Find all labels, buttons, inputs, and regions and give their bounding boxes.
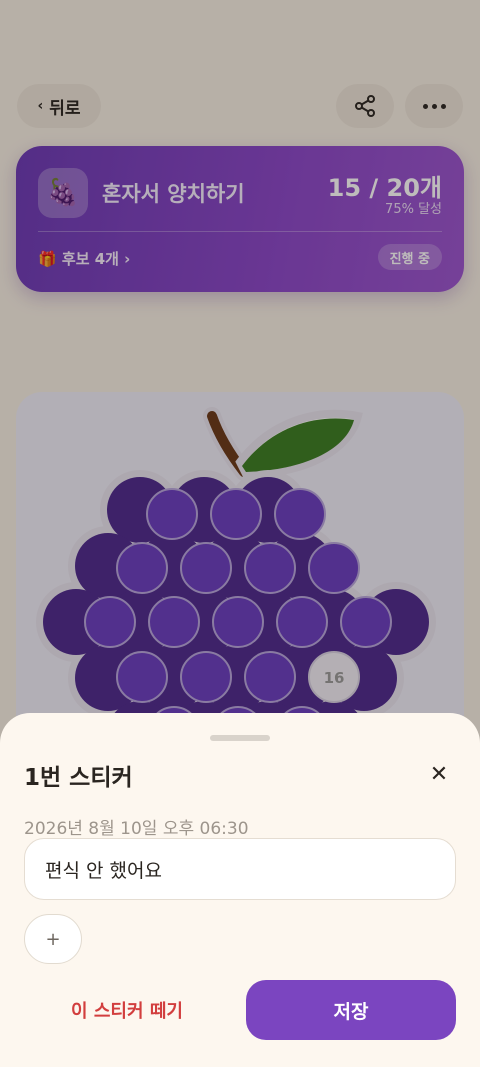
sheet-title: 1번 스티커: [24, 765, 133, 791]
add-button[interactable]: +: [24, 914, 82, 964]
close-icon: ✕: [429, 761, 449, 787]
remove-sticker-button[interactable]: 이 스티커 떼기: [24, 980, 230, 1040]
plus-icon: +: [45, 928, 61, 950]
save-button[interactable]: 저장: [246, 980, 456, 1040]
memo-input[interactable]: 편식 안 했어요: [24, 838, 456, 900]
sticker-detail-sheet: 1번 스티커 ✕ 2026년 8월 10일 오후 06:30 편식 안 했어요 …: [0, 713, 480, 1067]
sheet-grabber[interactable]: [210, 735, 270, 741]
sticker-date: 2026년 8월 10일 오후 06:30: [24, 819, 249, 839]
close-button[interactable]: ✕: [422, 757, 456, 791]
